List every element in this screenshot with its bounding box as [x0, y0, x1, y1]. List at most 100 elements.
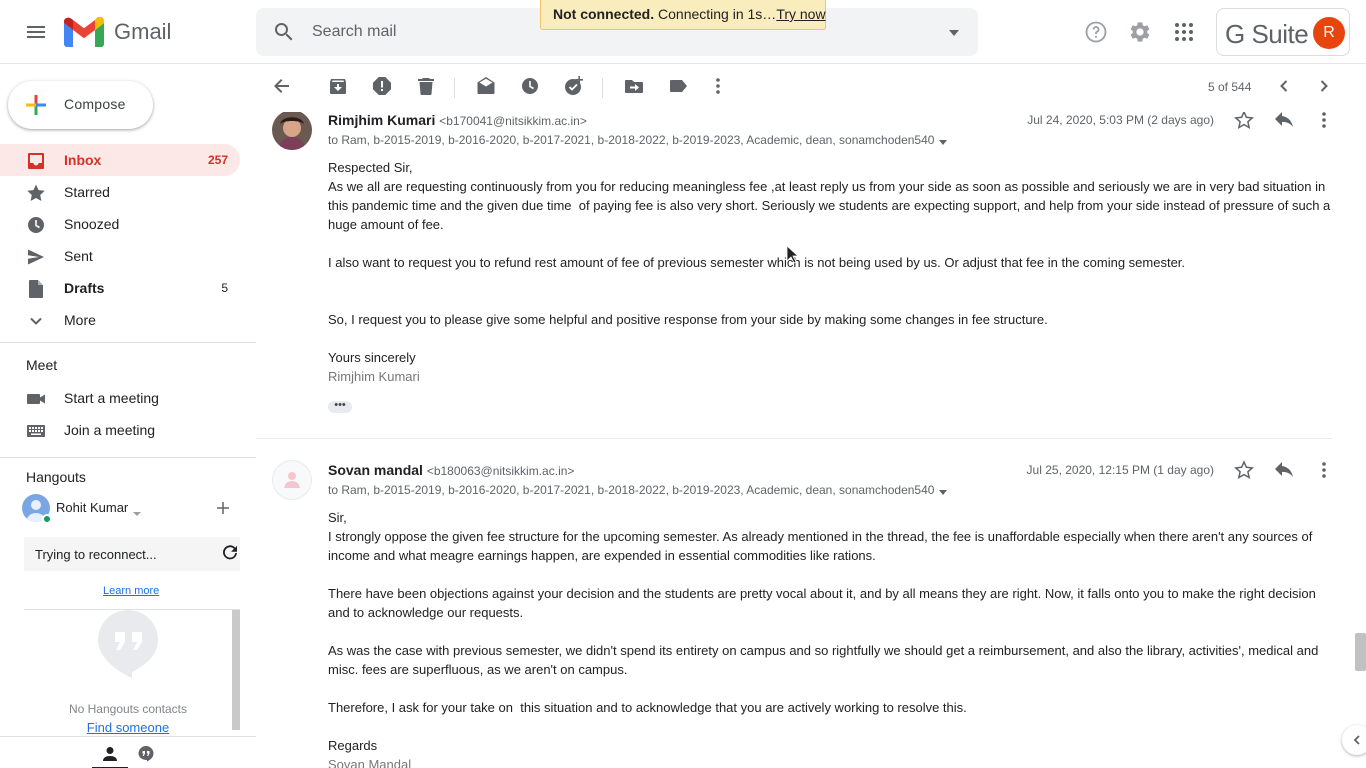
body-paragraph: As was the case with previous semester, … [328, 643, 1322, 677]
sidebar-item-label: Drafts [64, 280, 105, 296]
gsuite-logo: G Suite [1225, 19, 1309, 49]
draft-icon [26, 279, 46, 299]
pagination-text: 5 of 544 [1208, 80, 1252, 94]
gmail-logo[interactable]: Gmail [64, 14, 171, 50]
back-arrow-icon[interactable] [272, 76, 292, 96]
show-details-caret-icon[interactable] [938, 486, 948, 496]
sender-email: <b180063@nitsikkim.ac.in> [426, 464, 575, 478]
gmail-m-icon [64, 17, 104, 47]
older-chevron-right-icon[interactable] [1314, 76, 1334, 96]
message-divider [256, 438, 1332, 439]
tab-contacts[interactable] [92, 737, 128, 768]
keyboard-icon [26, 421, 46, 441]
recipients-line: to Ram, b-2015-2019, b-2016-2020, b-2017… [328, 133, 948, 147]
message-date: Jul 25, 2020, 12:15 PM (1 day ago) [1026, 463, 1214, 477]
sidebar-item-inbox[interactable]: Inbox 257 [0, 144, 240, 176]
caret-down-icon[interactable] [133, 505, 141, 516]
meet-section-title: Meet [26, 357, 58, 373]
conversation-thread: Rimjhim Kumari <b170041@nitsikkim.ac.in>… [256, 112, 1346, 768]
mail-folder-nav: Inbox 257 Starred Snoozed Sent Drafts 5 … [0, 144, 256, 336]
apps-grid-icon[interactable] [1172, 20, 1196, 44]
sender-name[interactable]: Sovan mandal [328, 462, 423, 478]
hangouts-bubble-icon [98, 610, 158, 678]
search-options-dropdown-icon[interactable] [948, 26, 960, 38]
settings-gear-icon[interactable] [1128, 20, 1152, 44]
sender-avatar[interactable] [272, 112, 312, 150]
chevron-down-icon [26, 311, 46, 331]
sender-name[interactable]: Rimjhim Kumari [328, 112, 435, 128]
toolbar-divider [602, 78, 603, 98]
newer-chevron-left-icon[interactable] [1274, 76, 1294, 96]
try-now-link[interactable]: Try now [776, 6, 825, 22]
body-paragraph: I also want to request you to refund res… [328, 255, 1186, 270]
sender-avatar[interactable] [272, 460, 312, 500]
main-scrollbar-thumb[interactable] [1355, 633, 1366, 671]
message-body: Sir, I strongly oppose the given fee str… [328, 508, 1338, 768]
email-message: Sovan mandal <b180063@nitsikkim.ac.in> J… [256, 460, 1346, 768]
delete-trash-icon[interactable] [416, 76, 436, 96]
meet-item-label: Start a meeting [64, 390, 159, 406]
tab-conversations[interactable] [128, 737, 164, 768]
hangouts-section-title: Hangouts [26, 469, 86, 485]
draft-count: 5 [221, 281, 228, 295]
label-tag-icon[interactable] [668, 76, 688, 96]
mark-unread-icon[interactable] [476, 76, 496, 96]
star-outline-icon[interactable] [1234, 460, 1254, 480]
email-message: Rimjhim Kumari <b170041@nitsikkim.ac.in>… [256, 112, 1346, 440]
reconnect-text: Trying to reconnect... [35, 547, 157, 562]
report-spam-icon[interactable] [372, 76, 392, 96]
sidebar-item-label: Sent [64, 248, 93, 264]
main-menu-icon[interactable] [24, 20, 48, 44]
signature: Rimjhim Kumari [328, 369, 420, 384]
compose-plus-icon [24, 93, 48, 117]
sidebar-item-starred[interactable]: Starred [0, 176, 240, 208]
body-paragraph: There have been objections against your … [328, 586, 1320, 620]
sidebar-item-snoozed[interactable]: Snoozed [0, 208, 240, 240]
search-icon[interactable] [272, 20, 296, 44]
archive-icon[interactable] [328, 76, 348, 96]
join-meeting-item[interactable]: Join a meeting [0, 414, 240, 446]
sidebar-item-sent[interactable]: Sent [0, 240, 240, 272]
sidebar-item-label: Snoozed [64, 216, 120, 232]
star-outline-icon[interactable] [1234, 112, 1254, 130]
show-trimmed-content-button[interactable]: ••• [328, 400, 352, 413]
add-contact-icon[interactable] [214, 499, 232, 517]
hangouts-scrollbar[interactable] [232, 610, 240, 730]
show-details-caret-icon[interactable] [938, 136, 948, 146]
notice-status: Not connected. [553, 6, 655, 22]
find-someone-link[interactable]: Find someone [24, 720, 232, 735]
reply-icon[interactable] [1274, 460, 1294, 480]
app-name: Gmail [114, 19, 172, 44]
message-more-icon[interactable] [1314, 112, 1334, 130]
sidebar-item-more[interactable]: More [0, 304, 240, 336]
more-options-icon[interactable] [708, 76, 728, 96]
help-icon[interactable] [1084, 20, 1108, 44]
online-status-dot [42, 514, 52, 524]
closing-line: Regards [328, 738, 378, 753]
sidebar-item-label: Starred [64, 184, 110, 200]
reply-icon[interactable] [1274, 112, 1294, 130]
side-panel-toggle[interactable] [1342, 725, 1366, 755]
learn-more-link[interactable]: Learn more [103, 585, 159, 597]
hangouts-user-name: Rohit Kumar [56, 500, 129, 515]
move-to-icon[interactable] [624, 76, 644, 96]
sidebar-item-drafts[interactable]: Drafts 5 [0, 272, 240, 304]
sender-line: Rimjhim Kumari <b170041@nitsikkim.ac.in> [328, 112, 587, 128]
video-icon [26, 389, 46, 409]
start-meeting-item[interactable]: Start a meeting [0, 382, 240, 414]
refresh-icon[interactable] [222, 545, 238, 561]
signature: Sovan Mandal [328, 757, 412, 768]
message-more-icon[interactable] [1314, 460, 1334, 480]
compose-button[interactable]: Compose [8, 81, 153, 129]
reconnect-bar: Trying to reconnect... [24, 537, 240, 571]
unread-count: 257 [207, 153, 228, 167]
snooze-clock-icon[interactable] [520, 76, 540, 96]
recipients-text: to Ram, b-2015-2019, b-2016-2020, b-2017… [328, 133, 935, 147]
hangouts-user[interactable]: Rohit Kumar [22, 494, 242, 524]
add-to-tasks-icon[interactable] [564, 76, 584, 96]
account-avatar[interactable]: R [1313, 17, 1345, 49]
gsuite-account-box[interactable]: G Suite R [1216, 8, 1350, 56]
body-line: Sir, [328, 510, 347, 525]
